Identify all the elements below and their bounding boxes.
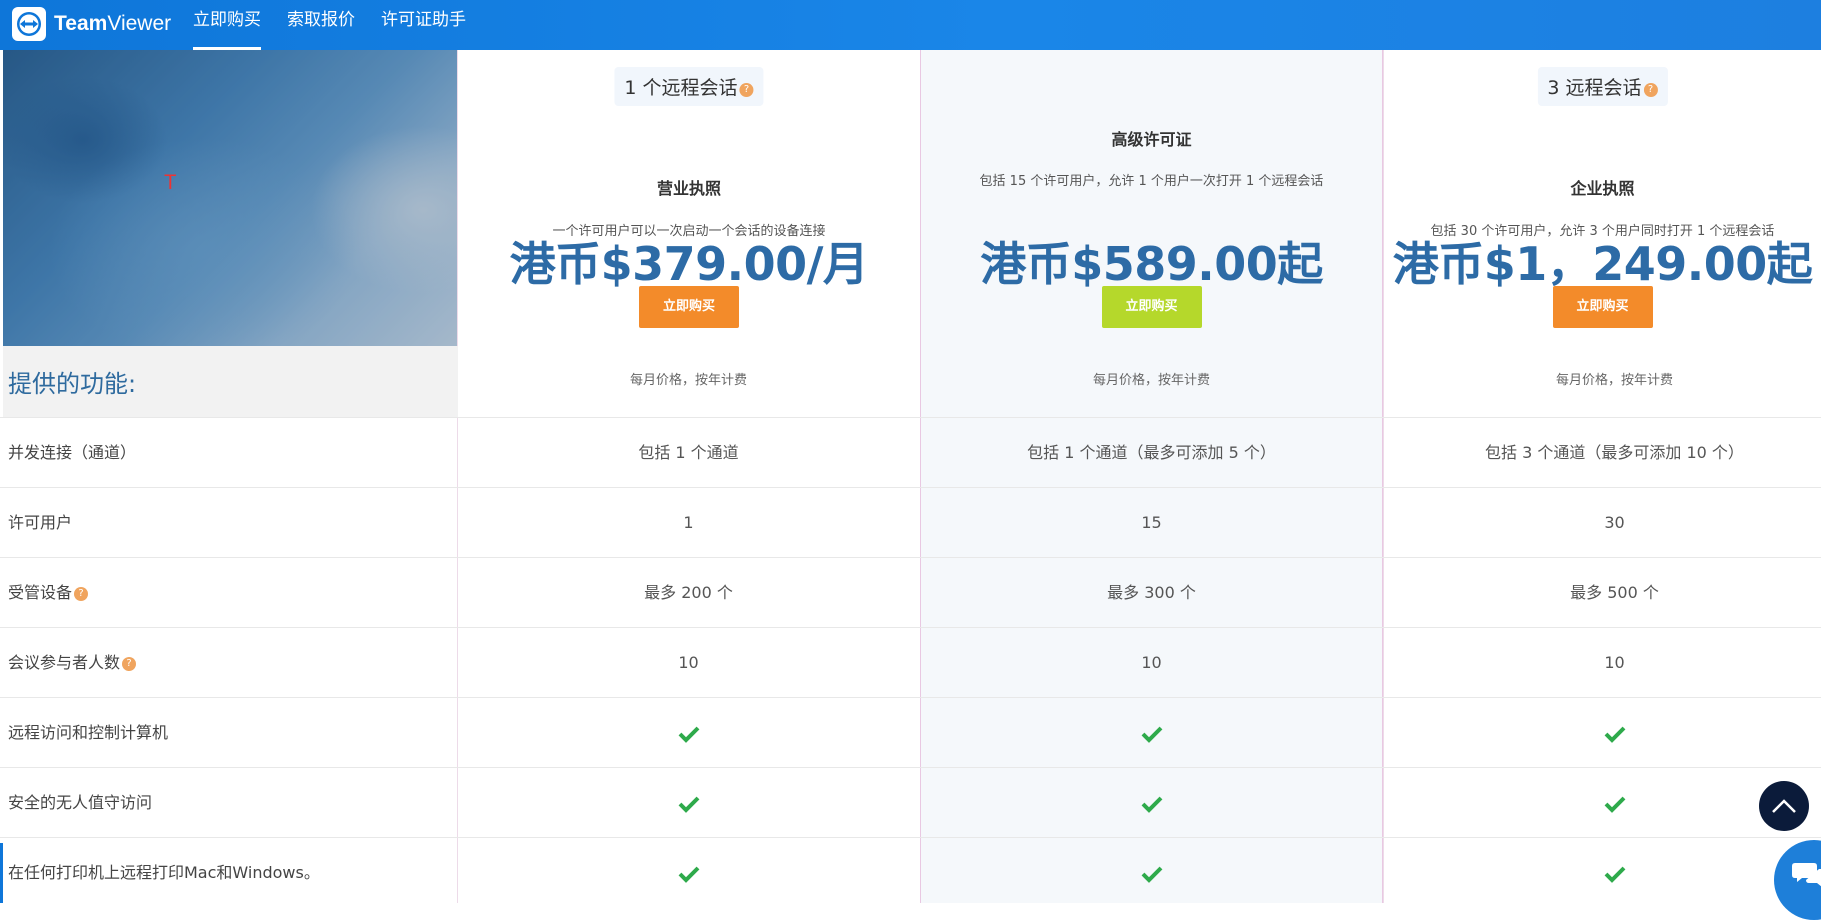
table-row: 在任何打印机上远程打印Mac和Windows。: [0, 837, 1821, 908]
row-value: 包括 1 个通道: [638, 443, 739, 462]
buy-now-button[interactable]: 立即购买: [1552, 286, 1653, 328]
plan-price: 港币$379.00/月: [509, 237, 869, 291]
row-label: 会议参与者人数?: [8, 628, 137, 698]
nav-request-quote[interactable]: 索取报价: [287, 0, 355, 50]
buy-now-button[interactable]: 立即购买: [1101, 286, 1202, 328]
brand-name: TeamViewer: [54, 12, 172, 35]
check-icon: [457, 838, 920, 908]
row-value: 10: [1604, 653, 1625, 672]
row-label: 安全的无人值守访问: [8, 793, 153, 812]
plan-name: 企业执照: [1570, 179, 1635, 198]
plan-price: 港币$1，249.00起: [1392, 237, 1813, 291]
row-value: 30: [1604, 513, 1625, 532]
nav-license-assistant[interactable]: 许可证助手: [381, 0, 466, 50]
row-label: 远程访问和控制计算机: [8, 723, 169, 742]
check-icon: [920, 768, 1383, 838]
billing-note: 每月价格，按年计费: [1092, 373, 1210, 388]
help-icon[interactable]: ?: [1643, 83, 1658, 97]
row-value: 包括 3 个通道（最多可添加 10 个）: [1485, 443, 1744, 462]
left-accent-stripe: [0, 843, 3, 903]
check-icon: [457, 698, 920, 768]
row-value: 10: [678, 653, 699, 672]
check-icon: [1383, 768, 1821, 838]
row-value: 1: [683, 513, 694, 532]
billing-note: 每月价格，按年计费: [629, 373, 747, 388]
plan-name: 高级许可证: [1111, 130, 1192, 149]
plan-description: 包括 15 个许可用户，允许 1 个用户一次打开 1 个远程会话: [979, 174, 1324, 189]
hero-image: Ꭲ: [3, 50, 458, 346]
features-title: 提供的功能:: [8, 370, 137, 398]
check-icon: [920, 838, 1383, 908]
check-icon: [1383, 698, 1821, 768]
row-value: 最多 300 个: [1107, 583, 1196, 602]
buy-now-button[interactable]: 立即购买: [639, 286, 739, 328]
row-value: 10: [1141, 653, 1162, 672]
plan-name: 营业执照: [656, 179, 721, 198]
row-value: 最多 200 个: [644, 583, 733, 602]
plan-tag: 3 远程会话?: [1537, 67, 1668, 106]
row-value: 最多 500 个: [1570, 583, 1659, 602]
check-icon: [457, 768, 920, 838]
table-row: 安全的无人值守访问: [0, 767, 1821, 838]
row-label: 并发连接（通道）: [8, 443, 137, 462]
table-row: 并发连接（通道） 包括 1 个通道 包括 1 个通道（最多可添加 5 个） 包括…: [0, 417, 1821, 488]
chevron-up-icon: [1772, 799, 1796, 813]
plan-tag: 1 个远程会话?: [614, 67, 764, 106]
row-label: 许可用户: [8, 513, 73, 532]
text-cursor-icon: Ꭲ: [165, 170, 178, 194]
row-label: 受管设备?: [8, 558, 89, 628]
help-icon[interactable]: ?: [122, 657, 137, 671]
table-row: 受管设备? 最多 200 个 最多 300 个 最多 500 个: [0, 557, 1821, 628]
row-value: 15: [1141, 513, 1162, 532]
features-header: 提供的功能:: [3, 346, 458, 417]
chat-icon: [1792, 863, 1821, 887]
billing-note: 每月价格，按年计费: [1555, 373, 1673, 388]
table-row: 会议参与者人数? 10 10 10: [0, 627, 1821, 698]
row-label: 在任何打印机上远程打印Mac和Windows。: [8, 863, 320, 882]
help-icon[interactable]: ?: [74, 587, 89, 601]
row-value: 包括 1 个通道（最多可添加 5 个）: [1027, 443, 1276, 462]
top-nav: TeamViewer 立即购买 索取报价 许可证助手: [0, 0, 1821, 50]
table-row: 远程访问和控制计算机: [0, 697, 1821, 768]
plan-price: 港币$589.00起: [980, 237, 1323, 291]
help-icon[interactable]: ?: [739, 83, 754, 97]
check-icon: [920, 698, 1383, 768]
teamviewer-logo[interactable]: TeamViewer: [12, 4, 171, 44]
scroll-to-top-button[interactable]: [1759, 781, 1809, 831]
table-row: 许可用户 1 15 30: [0, 487, 1821, 558]
nav-buy-now[interactable]: 立即购买: [193, 0, 261, 50]
teamviewer-logo-icon: [12, 7, 46, 41]
check-icon: [1383, 838, 1821, 908]
